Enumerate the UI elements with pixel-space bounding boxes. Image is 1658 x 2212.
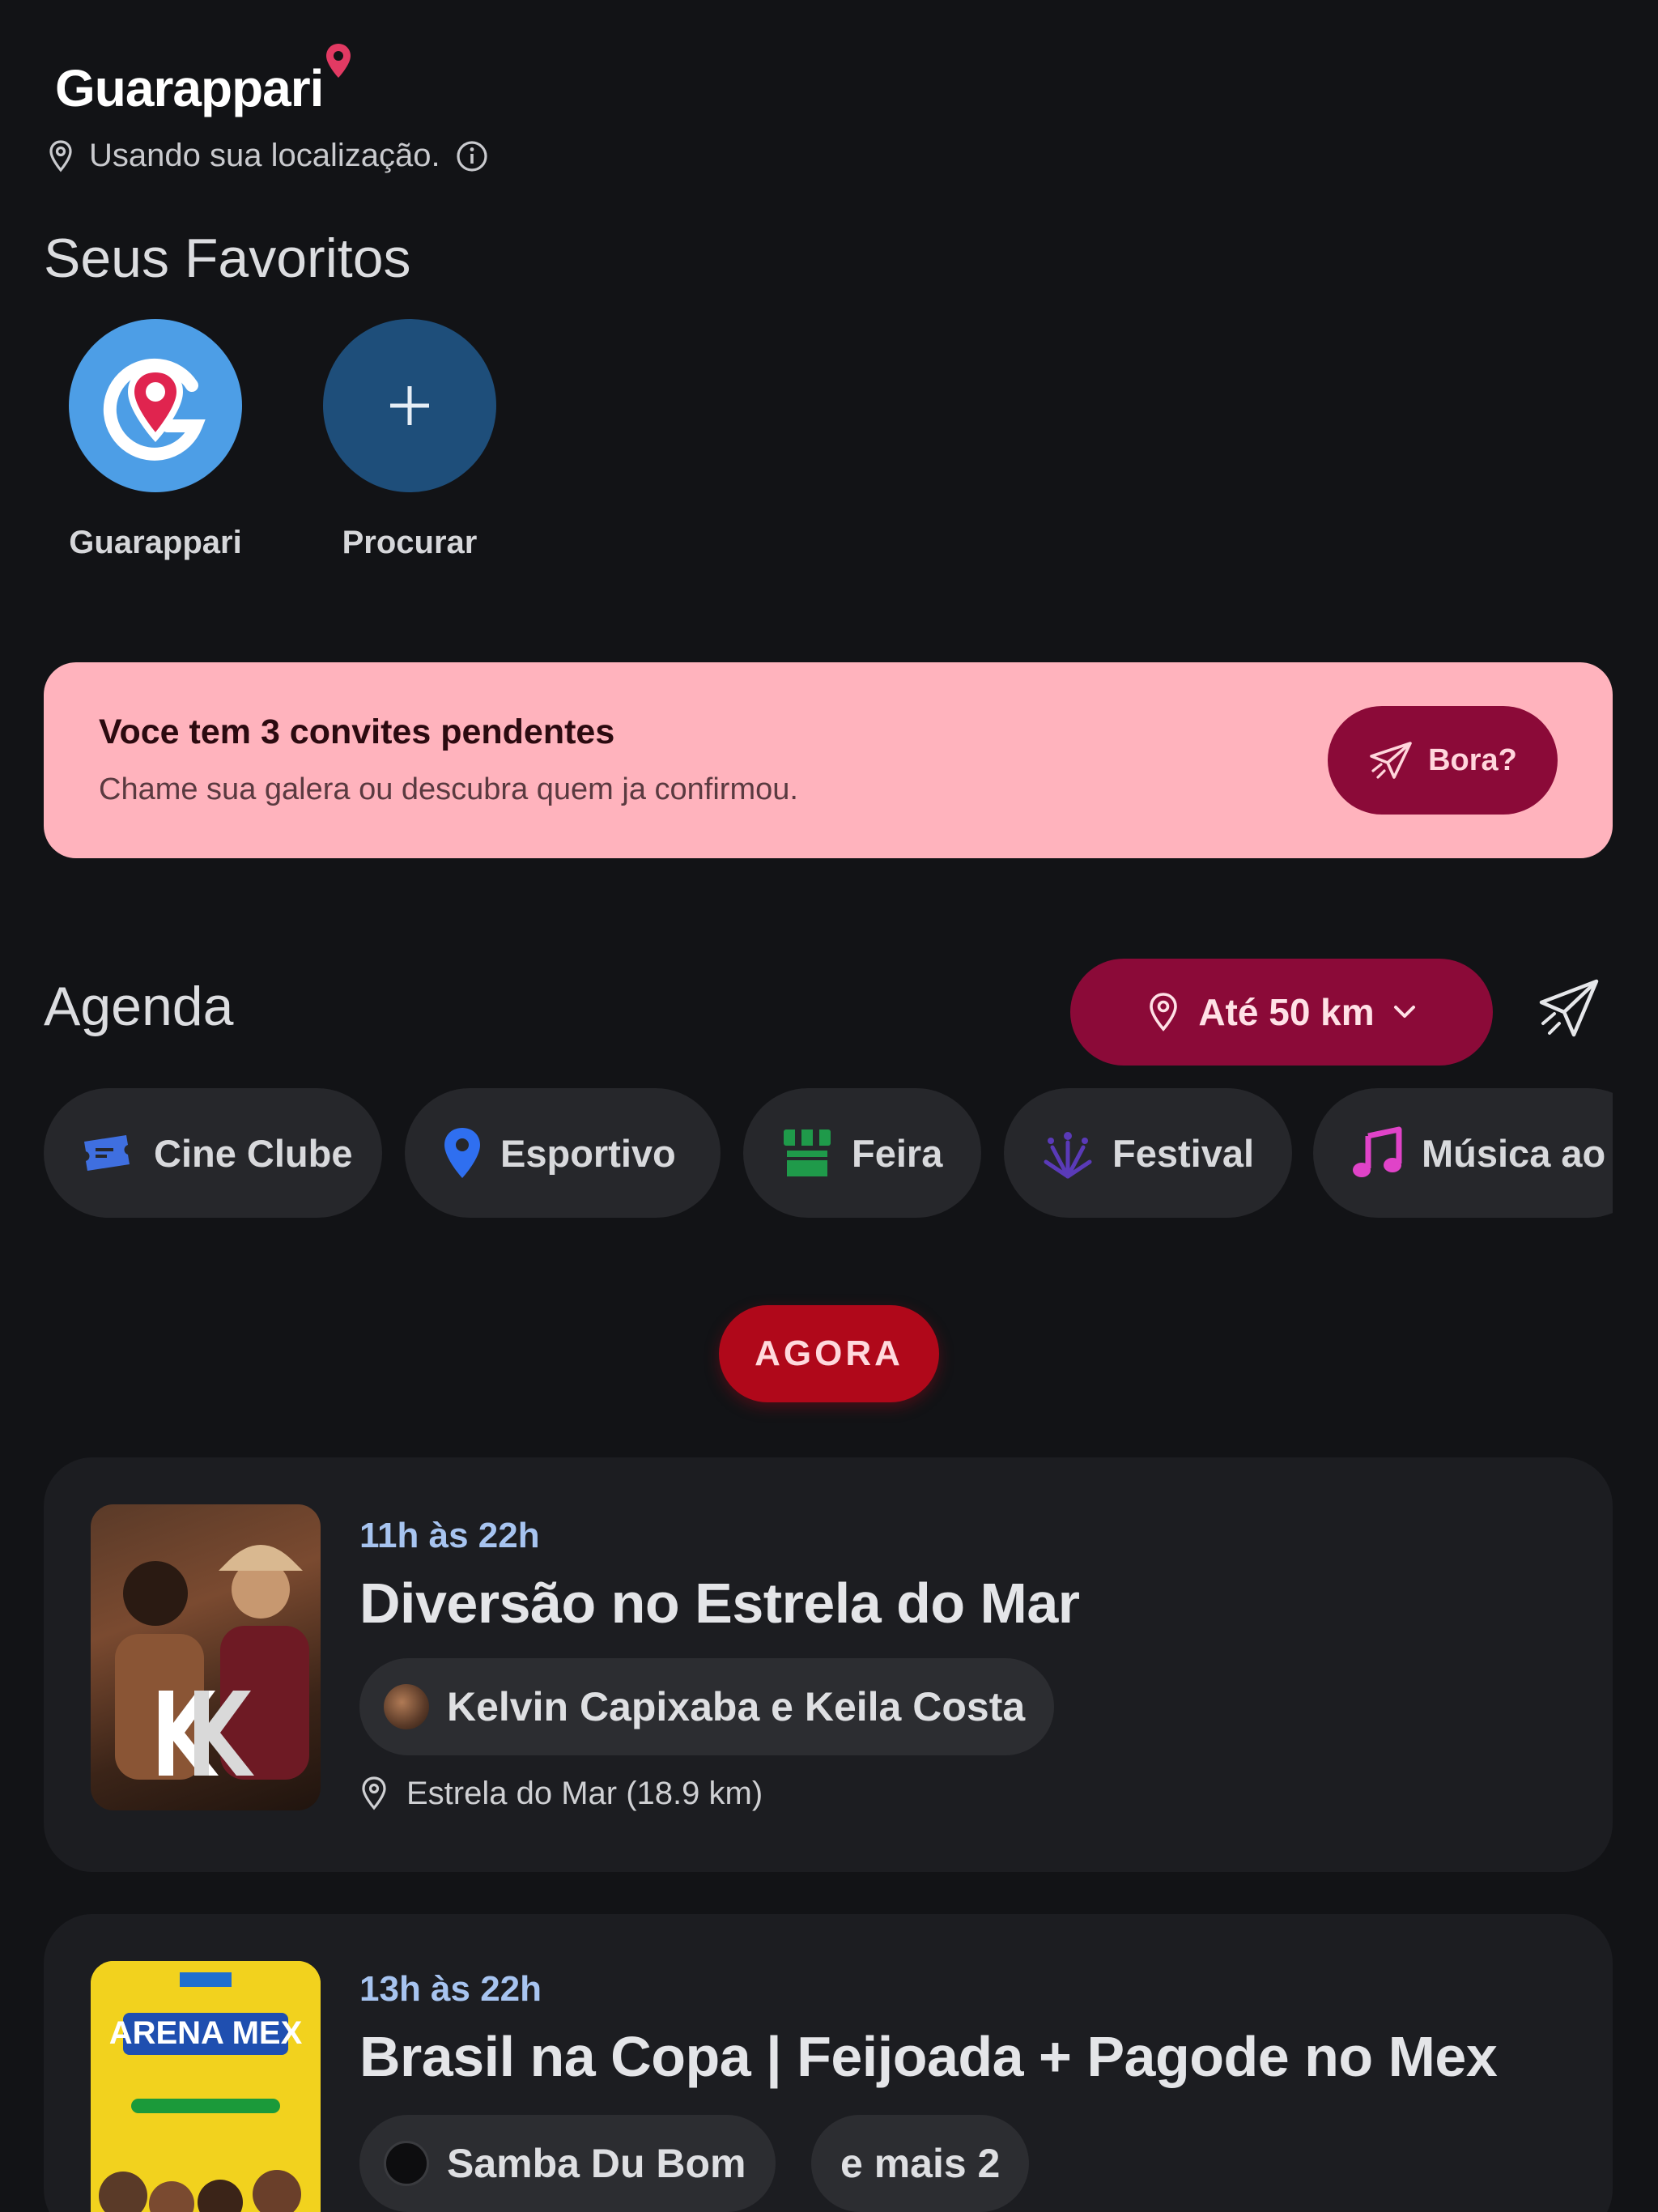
- event-venue: Estrela do Mar (18.9 km): [359, 1775, 763, 1812]
- favorites-title: Seus Favoritos: [44, 228, 411, 289]
- favorite-label: Guarappari: [69, 525, 242, 560]
- pending-invites-banner[interactable]: Voce tem 3 convites pendentes Chame sua …: [44, 662, 1613, 858]
- event-card[interactable]: 11h às 22h Diversão no Estrela do Mar Ke…: [44, 1457, 1613, 1872]
- plus-icon: [323, 319, 496, 492]
- category-chip-festival[interactable]: Festival: [1004, 1088, 1292, 1218]
- event-time: 11h às 22h: [359, 1516, 540, 1555]
- category-chips: Cine Clube Esportivo Feira Festival Músi…: [44, 1088, 1613, 1218]
- fireworks-icon: [1044, 1132, 1092, 1179]
- location-text: Usando sua localização.: [89, 138, 440, 173]
- category-chip-feira[interactable]: Feira: [743, 1088, 981, 1218]
- ticket-icon: [84, 1135, 130, 1171]
- bora-button[interactable]: Bora?: [1328, 706, 1558, 815]
- event-poster: ARENA MEX: [91, 1961, 321, 2212]
- artist-name: Samba Du Bom: [447, 2141, 746, 2186]
- artist-chip[interactable]: Kelvin Capixaba e Keila Costa: [359, 1658, 1055, 1755]
- avatar: [384, 1684, 429, 1729]
- map-pin-icon: [444, 1128, 480, 1178]
- more-artists-chip[interactable]: e mais 2: [811, 2115, 1030, 2212]
- location-status: Usando sua localização.: [47, 138, 489, 174]
- event-poster: [91, 1504, 321, 1810]
- distance-filter-button[interactable]: Até 50 km: [1070, 959, 1493, 1066]
- now-badge: AGORA: [719, 1305, 939, 1402]
- category-chip-musica[interactable]: Música ao: [1313, 1088, 1613, 1218]
- location-pin-icon: [362, 1776, 386, 1810]
- share-send-icon[interactable]: [1537, 978, 1601, 1040]
- invite-title: Voce tem 3 convites pendentes: [99, 713, 615, 751]
- guarappari-logo-icon: [69, 319, 242, 492]
- location-pin-icon: [49, 139, 72, 172]
- logo-pin-icon: [326, 44, 351, 78]
- send-icon: [1370, 742, 1412, 779]
- venue-text: Estrela do Mar (18.9 km): [406, 1775, 763, 1811]
- app-screen: Guarappari Usando sua localização. Seus …: [0, 0, 1658, 2212]
- agenda-title: Agenda: [44, 976, 234, 1037]
- event-card[interactable]: ARENA MEX 13h às 22h Brasil na Copa | Fe…: [44, 1914, 1613, 2212]
- distance-label: Até 50 km: [1198, 991, 1375, 1033]
- market-stall-icon: [784, 1129, 831, 1176]
- more-artists-label: e mais 2: [840, 2141, 1001, 2186]
- info-icon[interactable]: [455, 139, 489, 173]
- invite-subtitle: Chame sua galera ou descubra quem ja con…: [99, 772, 798, 806]
- favorite-label: Procurar: [342, 525, 478, 560]
- category-chip-cine-clube[interactable]: Cine Clube: [44, 1088, 382, 1218]
- event-title: Diversão no Estrela do Mar: [359, 1572, 1080, 1635]
- favorite-search[interactable]: Procurar: [321, 319, 499, 561]
- category-chip-esportivo[interactable]: Esportivo: [405, 1088, 721, 1218]
- app-logo-text: Guarappari: [55, 59, 324, 117]
- bora-label: Bora?: [1428, 742, 1517, 777]
- favorite-guarappari[interactable]: Guarappari: [66, 319, 244, 561]
- artist-chip[interactable]: Samba Du Bom: [359, 2115, 776, 2212]
- avatar: [384, 2141, 429, 2186]
- location-pin-icon: [1150, 993, 1178, 1032]
- chevron-down-icon: [1393, 1006, 1415, 1018]
- music-note-icon: [1353, 1126, 1402, 1177]
- artist-name: Kelvin Capixaba e Keila Costa: [447, 1684, 1026, 1729]
- poster-text: ARENA MEX: [109, 2015, 303, 2051]
- event-title: Brasil na Copa | Feijoada + Pagode no Me…: [359, 2025, 1498, 2088]
- event-time: 13h às 22h: [359, 1969, 542, 2009]
